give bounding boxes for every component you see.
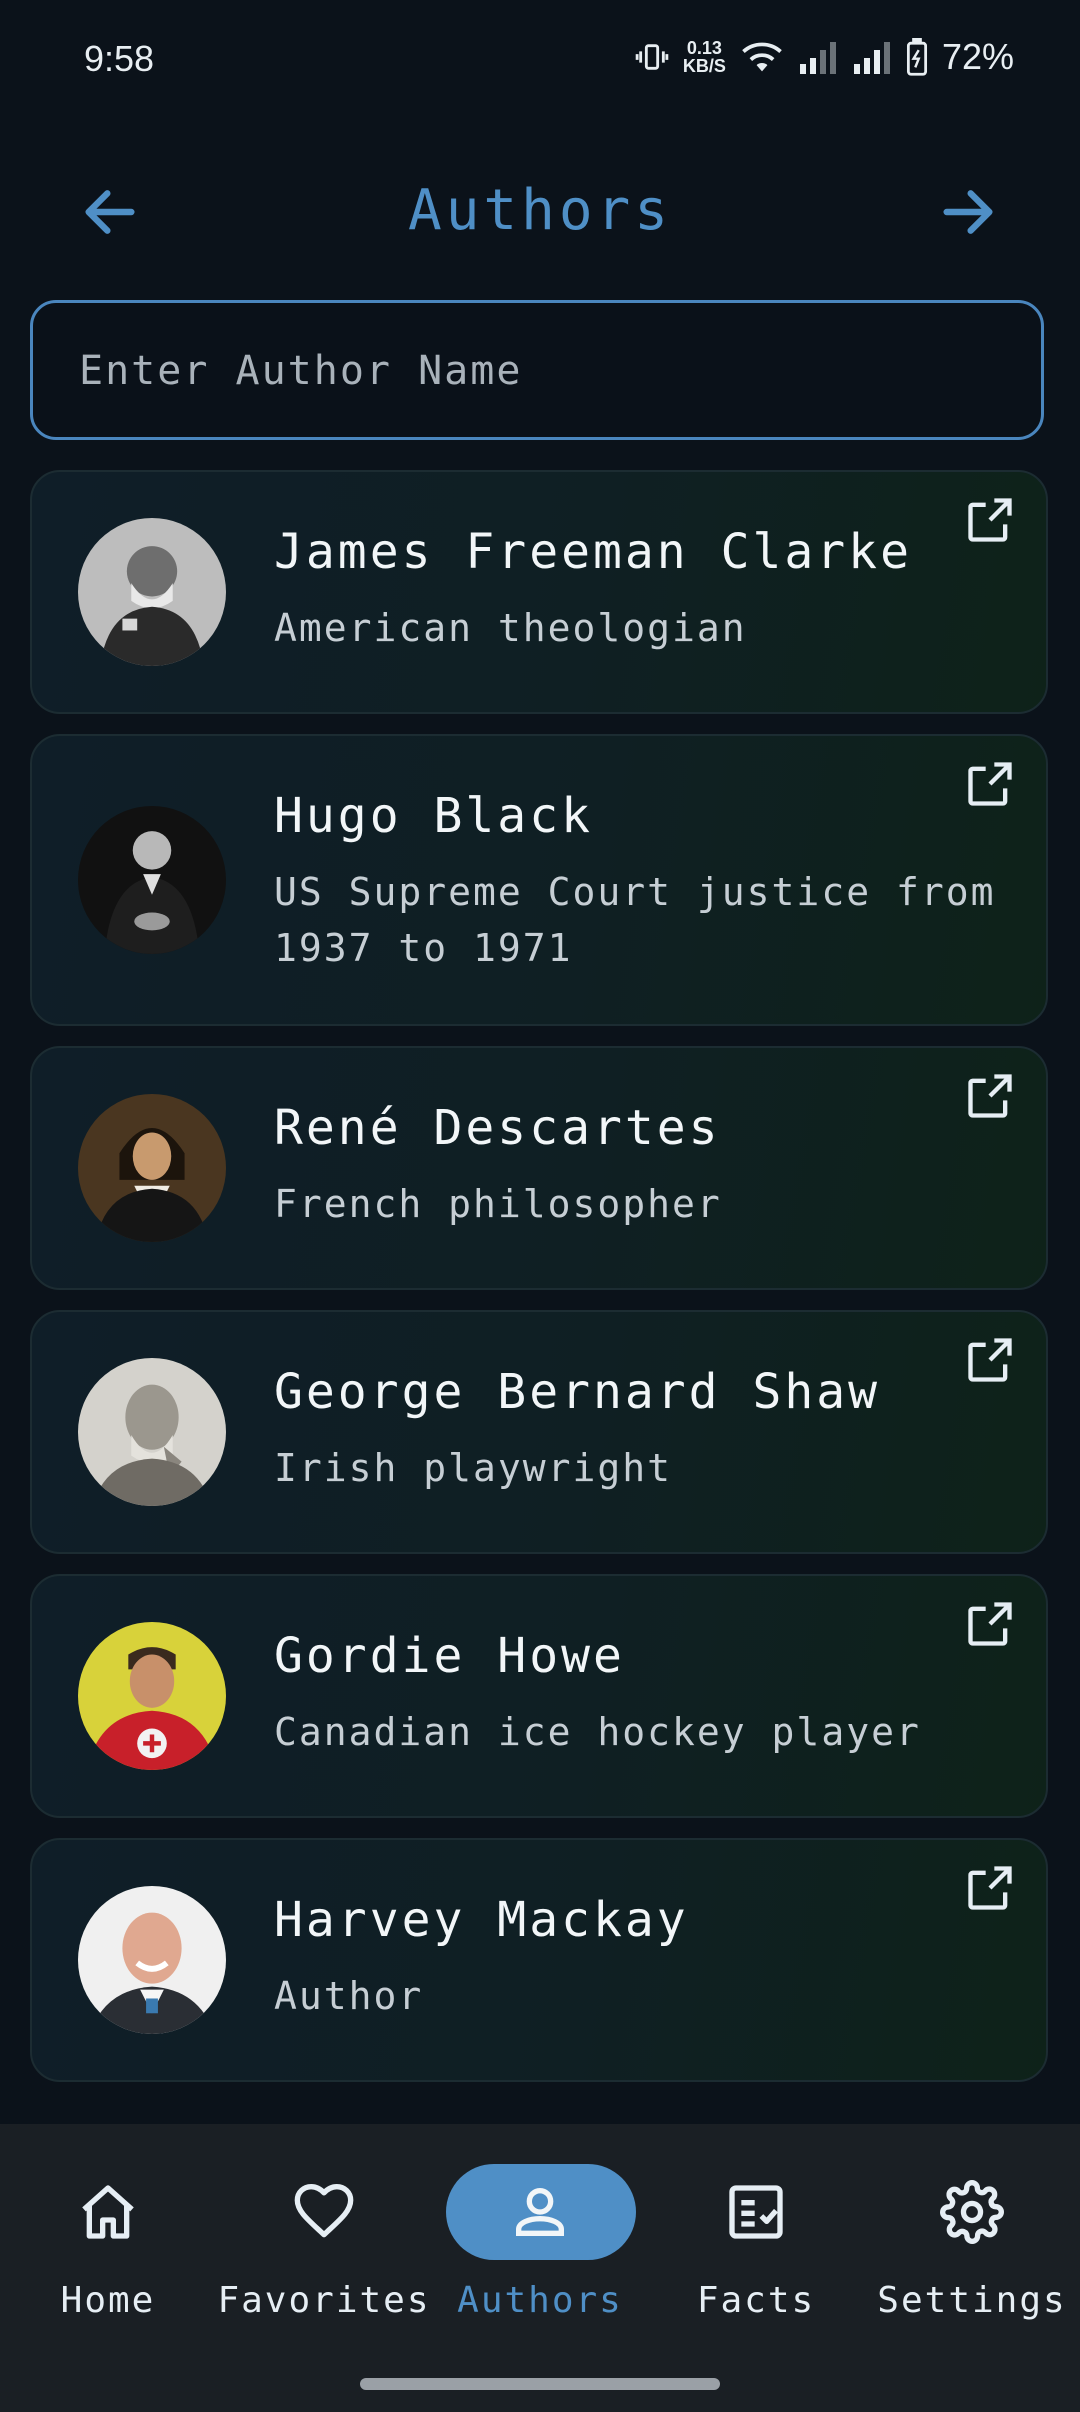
nav-label: Home	[60, 2280, 156, 2321]
author-card-hugo-black[interactable]: Hugo Black US Supreme Court justice from…	[30, 734, 1048, 1026]
page-title: Authors	[407, 178, 672, 243]
author-description: US Supreme Court justice from 1937 to 19…	[274, 870, 996, 970]
net-speed: 0.13 KB/S	[682, 38, 726, 76]
signal-icon-2	[853, 42, 890, 74]
author-portrait	[78, 1358, 226, 1506]
author-description: American theologian	[274, 606, 747, 650]
author-card-rene-descartes[interactable]: René Descartes French philosopher	[30, 1046, 1048, 1290]
nav-label: Favorites	[217, 2280, 431, 2321]
gesture-home-bar[interactable]	[360, 2378, 720, 2390]
wifi-icon	[742, 42, 782, 72]
checklist-icon	[729, 2185, 783, 2239]
status-icons: 0.13 KB/S 72%	[635, 36, 1014, 78]
author-description: Canadian ice hockey player	[274, 1710, 921, 1754]
open-external-icon[interactable]	[964, 758, 1016, 810]
person-icon	[516, 2188, 564, 2236]
status-time: 9:58	[84, 38, 155, 79]
author-description: Irish playwright	[274, 1446, 673, 1490]
gear-icon	[940, 2180, 1004, 2244]
author-name: René Descartes	[274, 1100, 721, 1156]
nav-label: Authors	[457, 2280, 623, 2321]
author-portrait	[78, 518, 226, 666]
author-name: Gordie Howe	[274, 1628, 625, 1684]
battery-percent: 72%	[941, 36, 1014, 77]
nav-item-facts[interactable]: Facts	[648, 2124, 864, 2354]
author-description: Author	[274, 1974, 424, 2018]
open-external-icon[interactable]	[964, 494, 1016, 546]
author-card-gordie-howe[interactable]: Gordie Howe Canadian ice hockey player	[30, 1574, 1048, 1818]
author-card-james-freeman-clarke[interactable]: James Freeman Clarke American theologian	[30, 470, 1048, 714]
battery-icon	[906, 38, 927, 76]
open-external-icon[interactable]	[964, 1862, 1016, 1914]
nav-item-authors[interactable]: Authors	[432, 2124, 648, 2354]
author-portrait	[78, 1886, 226, 2034]
open-external-icon[interactable]	[964, 1598, 1016, 1650]
author-name: George Bernard Shaw	[274, 1364, 881, 1420]
author-name: Harvey Mackay	[274, 1892, 689, 1948]
heart-icon	[294, 2184, 354, 2238]
author-portrait	[78, 1622, 226, 1770]
author-search-box[interactable]	[30, 300, 1044, 440]
nav-label: Facts	[696, 2280, 816, 2321]
open-external-icon[interactable]	[964, 1070, 1016, 1122]
author-portrait	[78, 1094, 226, 1242]
author-card-george-bernard-shaw[interactable]: George Bernard Shaw Irish playwright	[30, 1310, 1048, 1554]
author-search-input[interactable]	[77, 303, 981, 439]
author-card-harvey-mackay[interactable]: Harvey Mackay Author	[30, 1838, 1048, 2082]
nav-item-favorites[interactable]: Favorites	[216, 2124, 432, 2354]
author-description: French philosopher	[274, 1182, 722, 1226]
home-icon	[82, 2185, 134, 2239]
author-portrait	[78, 806, 226, 954]
forward-arrow-icon[interactable]	[936, 180, 1000, 244]
author-name: Hugo Black	[274, 788, 593, 844]
bottom-navigation: Home Favorites Authors Facts Settings	[0, 2124, 1080, 2412]
nav-item-settings[interactable]: Settings	[864, 2124, 1080, 2354]
author-name: James Freeman Clarke	[274, 524, 912, 580]
nav-label: Settings	[877, 2280, 1067, 2321]
open-external-icon[interactable]	[964, 1334, 1016, 1386]
nav-item-home[interactable]: Home	[0, 2124, 216, 2354]
signal-icon	[799, 42, 836, 74]
vibrate-icon	[635, 44, 669, 70]
